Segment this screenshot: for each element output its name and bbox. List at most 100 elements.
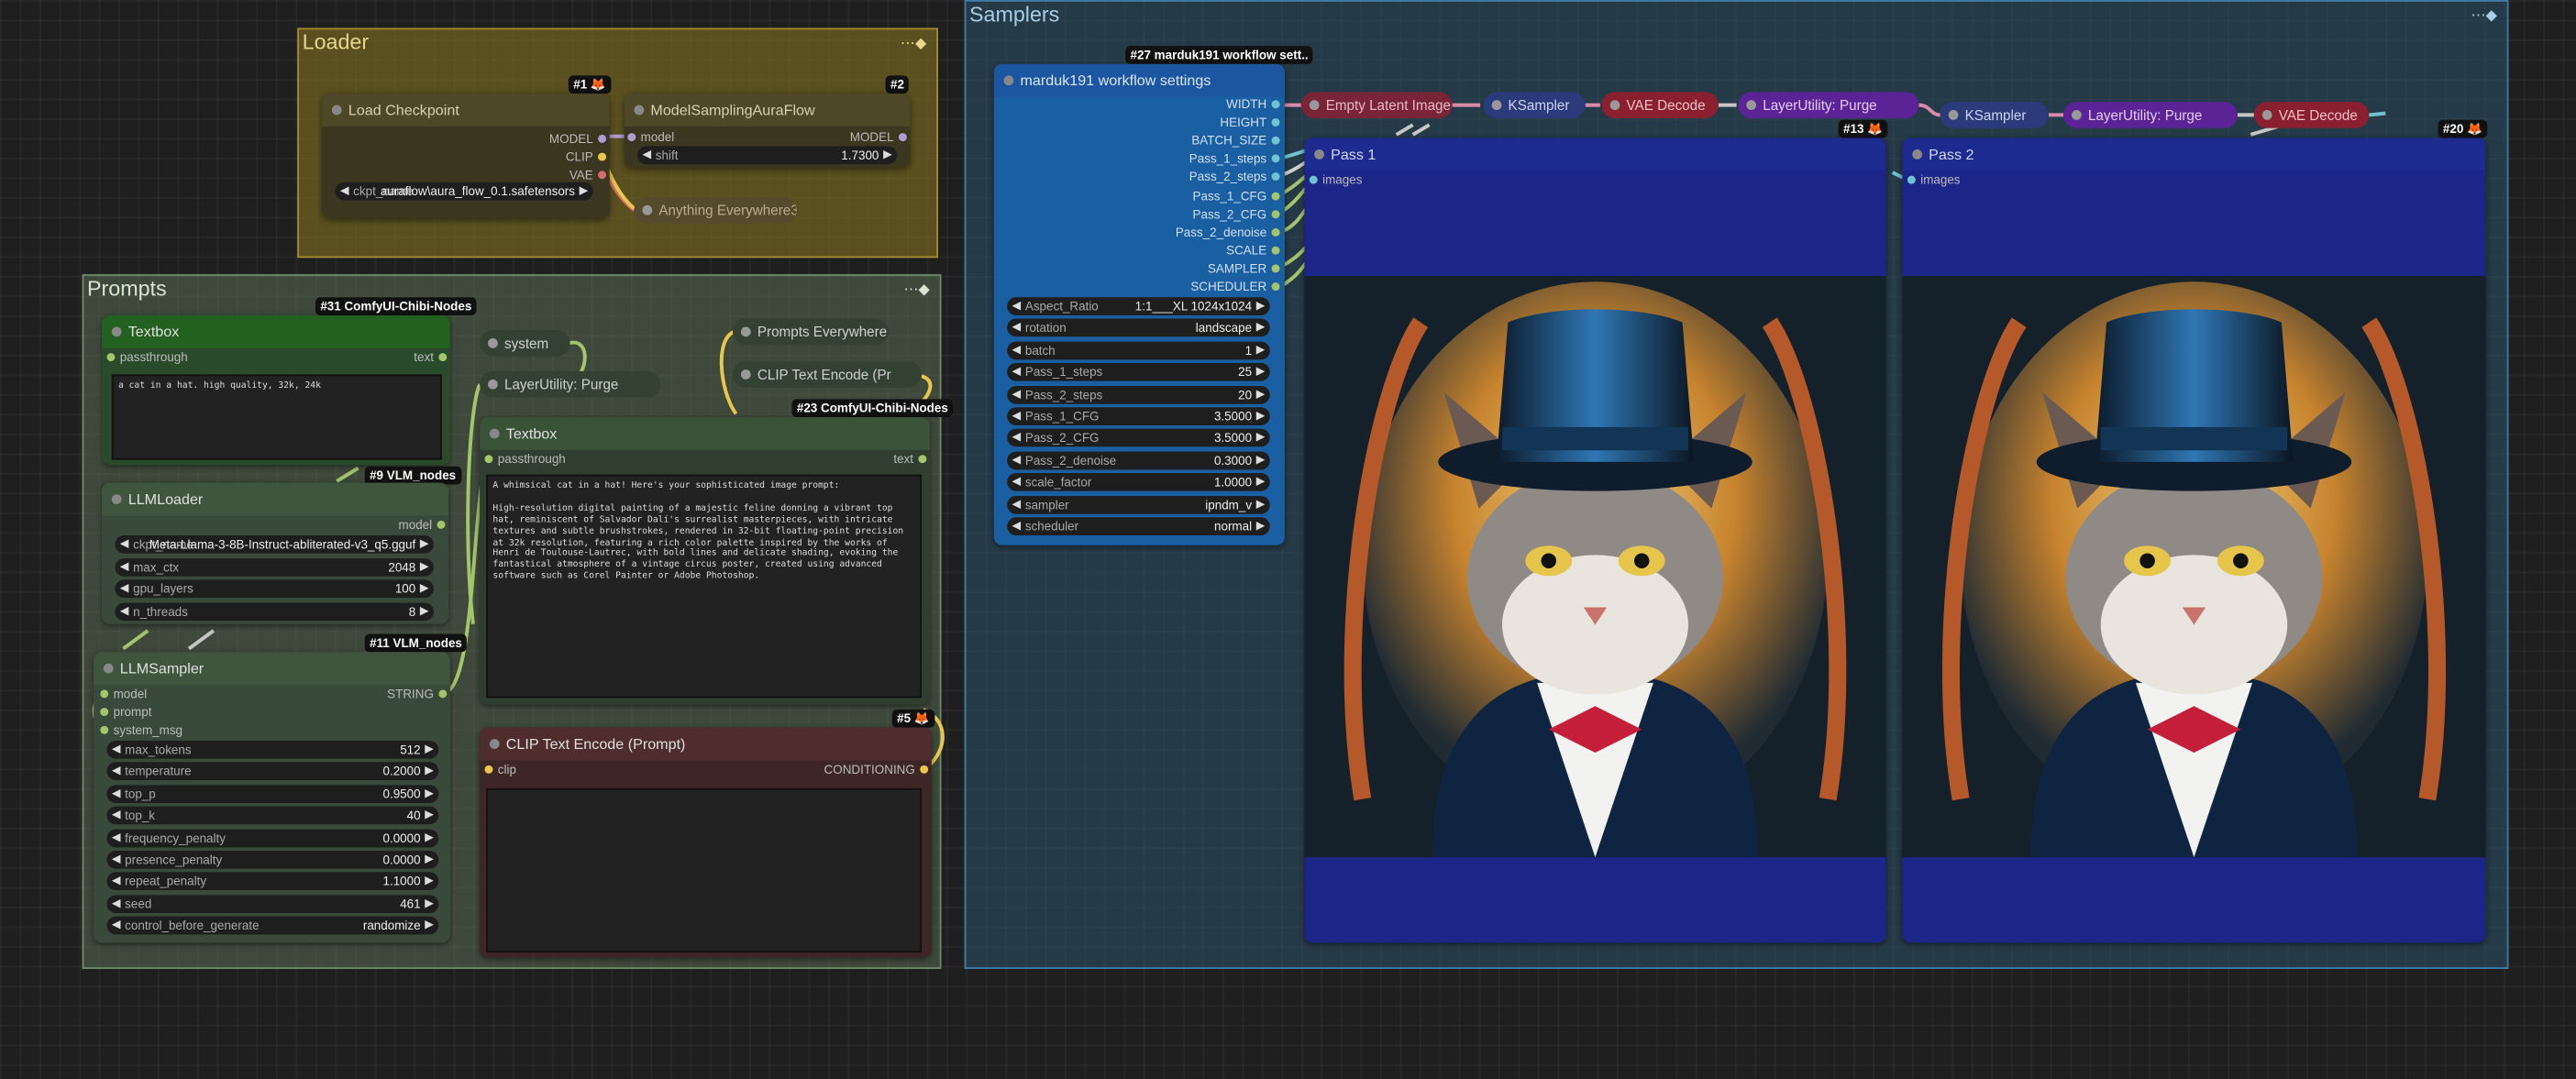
workflow-settings-node[interactable]: marduk191 workflow settings WIDTH HEIGHT B… xyxy=(993,63,1285,545)
prompt-textarea[interactable]: a cat in a hat. high quality, 32k, 24k xyxy=(111,374,442,460)
scheduler-widget[interactable]: ◀ scheduler normal ▶ xyxy=(1007,517,1270,536)
arrow-left-icon[interactable]: ◀ xyxy=(1012,385,1022,403)
clip-text-encode-collapsed-node[interactable]: CLIP Text Encode (Pr xyxy=(732,361,923,388)
output-text[interactable]: text xyxy=(414,348,448,367)
vae-decode-node-2[interactable]: VAE Decode xyxy=(2253,102,2370,128)
pass-2-steps-widget[interactable]: ◀ Pass_2_steps 20 ▶ xyxy=(1007,385,1270,403)
output-text[interactable]: text xyxy=(893,450,927,468)
output-pass-2-denoise[interactable]: Pass_2_denoise xyxy=(1176,223,1280,241)
input-passthrough[interactable]: passthrough xyxy=(106,348,188,367)
max-ctx-widget[interactable]: ◀ max_ctx 2048 ▶ xyxy=(115,557,434,576)
frequency-penalty-widget[interactable]: ◀ frequency_penalty 0.0000 ▶ xyxy=(106,828,439,847)
output-pass-2-cfg[interactable]: Pass_2_CFG xyxy=(1193,204,1280,223)
arrow-left-icon[interactable]: ◀ xyxy=(1012,451,1022,469)
output-string[interactable]: STRING xyxy=(387,685,448,703)
ckpt-name-widget[interactable]: ◀ ckpt_name auraflow\aura_flow_0.1.safet… xyxy=(335,182,593,201)
output-model[interactable]: MODEL xyxy=(549,130,607,149)
arrow-left-icon[interactable]: ◀ xyxy=(112,851,121,869)
arrow-left-icon[interactable]: ◀ xyxy=(120,579,129,598)
arrow-right-icon[interactable]: ▶ xyxy=(425,807,434,825)
input-images[interactable]: images xyxy=(1907,171,1961,189)
layerutility-purge-node-1[interactable]: LayerUtility: Purge xyxy=(1738,92,1919,118)
presence-penalty-widget[interactable]: ◀ presence_penalty 0.0000 ▶ xyxy=(106,850,439,869)
pass-1-cfg-widget[interactable]: ◀ Pass_1_CFG 3.5000 ▶ xyxy=(1007,407,1270,425)
llm-sampler-node[interactable]: LLMSampler model prompt system_msg STRIN… xyxy=(94,652,450,943)
max-tokens-widget[interactable]: ◀ max_tokens 512 ▶ xyxy=(106,740,439,759)
gpu-layers-widget[interactable]: ◀ gpu_layers 100 ▶ xyxy=(115,579,434,599)
prompts-everywhere-node[interactable]: Prompts Everywhere xyxy=(732,318,890,346)
arrow-left-icon[interactable]: ◀ xyxy=(120,535,129,554)
output-vae[interactable]: VAE xyxy=(569,166,607,184)
arrow-left-icon[interactable]: ◀ xyxy=(1012,319,1022,337)
arrow-left-icon[interactable]: ◀ xyxy=(1012,341,1022,359)
arrow-right-icon[interactable]: ▶ xyxy=(425,917,434,935)
preview-pass-2-node[interactable]: Pass 2 images xyxy=(1902,138,2486,943)
seed-widget[interactable]: ◀ seed 461 ▶ xyxy=(106,894,439,913)
node-title[interactable]: Pass 2 xyxy=(1902,138,2486,171)
output-width[interactable]: WIDTH xyxy=(1226,95,1280,114)
output-pass-1-cfg[interactable]: Pass_1_CFG xyxy=(1193,186,1280,204)
ksampler-node-1[interactable]: KSampler xyxy=(1483,92,1586,118)
output-scale[interactable]: SCALE xyxy=(1226,241,1280,259)
top-p-widget[interactable]: ◀ top_p 0.9500 ▶ xyxy=(106,784,439,803)
arrow-right-icon[interactable]: ▶ xyxy=(420,602,429,621)
scale-factor-widget[interactable]: ◀ scale_factor 1.0000 ▶ xyxy=(1007,473,1270,491)
arrow-right-icon[interactable]: ▶ xyxy=(1256,297,1266,315)
anything-everywhere3-node[interactable]: Anything Everywhere3 xyxy=(634,196,797,224)
pass-2-cfg-widget[interactable]: ◀ Pass_2_CFG 3.5000 ▶ xyxy=(1007,429,1270,447)
arrow-right-icon[interactable]: ▶ xyxy=(1256,385,1266,403)
arrow-left-icon[interactable]: ◀ xyxy=(112,785,121,803)
arrow-right-icon[interactable]: ▶ xyxy=(425,873,434,891)
preview-pass-1-node[interactable]: Pass 1 images xyxy=(1304,138,1886,943)
node-title[interactable]: Textbox xyxy=(102,314,450,348)
textbox-node-2[interactable]: Textbox passthrough text A whimsical cat… xyxy=(480,417,930,705)
control-before-generate-widget[interactable]: ◀ control_before_generate randomize ▶ xyxy=(106,916,439,935)
output-sampler[interactable]: SAMPLER xyxy=(1208,259,1280,278)
input-images[interactable]: images xyxy=(1309,171,1362,189)
arrow-right-icon[interactable]: ▶ xyxy=(425,763,434,781)
shift-widget[interactable]: ◀ shift 1.7300 ▶ xyxy=(637,146,898,165)
arrow-right-icon[interactable]: ▶ xyxy=(425,829,434,847)
arrow-right-icon[interactable]: ▶ xyxy=(1256,473,1266,491)
arrow-left-icon[interactable]: ◀ xyxy=(1012,473,1022,491)
layerutility-purge-node[interactable]: LayerUtility: Purge xyxy=(480,370,661,398)
ckpt-name-widget[interactable]: ◀ ckpt_name Meta-Llama-3-8B-Instruct-ablit… xyxy=(115,535,434,554)
pass-2-denoise-widget[interactable]: ◀ Pass_2_denoise 0.3000 ▶ xyxy=(1007,451,1270,469)
output-model[interactable]: MODEL xyxy=(850,128,907,147)
repeat-penalty-widget[interactable]: ◀ repeat_penalty 1.1000 ▶ xyxy=(106,872,439,891)
node-title[interactable]: LLMSampler xyxy=(94,652,450,686)
node-title[interactable]: LLMLoader xyxy=(102,482,449,516)
input-system-msg[interactable]: system_msg xyxy=(100,721,182,739)
arrow-left-icon[interactable]: ◀ xyxy=(112,873,121,891)
output-pass-2-steps[interactable]: Pass_2_steps xyxy=(1189,168,1280,186)
arrow-right-icon[interactable]: ▶ xyxy=(1256,319,1266,337)
arrow-right-icon[interactable]: ▶ xyxy=(425,895,434,913)
input-model[interactable]: model xyxy=(100,685,147,703)
batch-widget[interactable]: ◀ batch 1 ▶ xyxy=(1007,341,1270,359)
top-k-widget[interactable]: ◀ top_k 40 ▶ xyxy=(106,806,439,825)
aspect-ratio-widget[interactable]: ◀ Aspect_Ratio 1:1___XL 1024x1024 ▶ xyxy=(1007,297,1270,315)
layerutility-purge-node-2[interactable]: LayerUtility: Purge xyxy=(2063,102,2238,128)
ksampler-node-2[interactable]: KSampler xyxy=(1940,102,2049,128)
output-scheduler[interactable]: SCHEDULER xyxy=(1190,278,1280,296)
pass-1-steps-widget[interactable]: ◀ Pass_1_steps 25 ▶ xyxy=(1007,363,1270,381)
arrow-right-icon[interactable]: ▶ xyxy=(1256,363,1266,381)
input-passthrough[interactable]: passthrough xyxy=(484,450,566,468)
arrow-left-icon[interactable]: ◀ xyxy=(1012,517,1022,535)
arrow-right-icon[interactable]: ▶ xyxy=(1256,429,1266,447)
arrow-left-icon[interactable]: ◀ xyxy=(120,557,129,576)
node-title[interactable]: CLIP Text Encode (Prompt) xyxy=(480,727,932,761)
arrow-right-icon[interactable]: ▶ xyxy=(1256,341,1266,359)
arrow-right-icon[interactable]: ▶ xyxy=(1256,495,1266,513)
system-node[interactable]: system xyxy=(480,330,570,357)
output-model[interactable]: model xyxy=(399,516,446,534)
output-clip[interactable]: CLIP xyxy=(566,148,607,166)
input-model[interactable]: model xyxy=(627,128,674,147)
rotation-widget[interactable]: ◀ rotation landscape ▶ xyxy=(1007,319,1270,337)
arrow-right-icon[interactable]: ▶ xyxy=(420,535,429,554)
arrow-right-icon[interactable]: ▶ xyxy=(425,851,434,869)
load-checkpoint-node[interactable]: Load Checkpoint MODEL CLIP VAE ◀ ckpt_na… xyxy=(322,94,610,219)
arrow-left-icon[interactable]: ◀ xyxy=(112,895,121,913)
llm-loader-node[interactable]: LLMLoader model ◀ ckpt_name Meta-Llama-3-8… xyxy=(102,482,449,624)
node-title[interactable]: Load Checkpoint xyxy=(322,94,610,127)
